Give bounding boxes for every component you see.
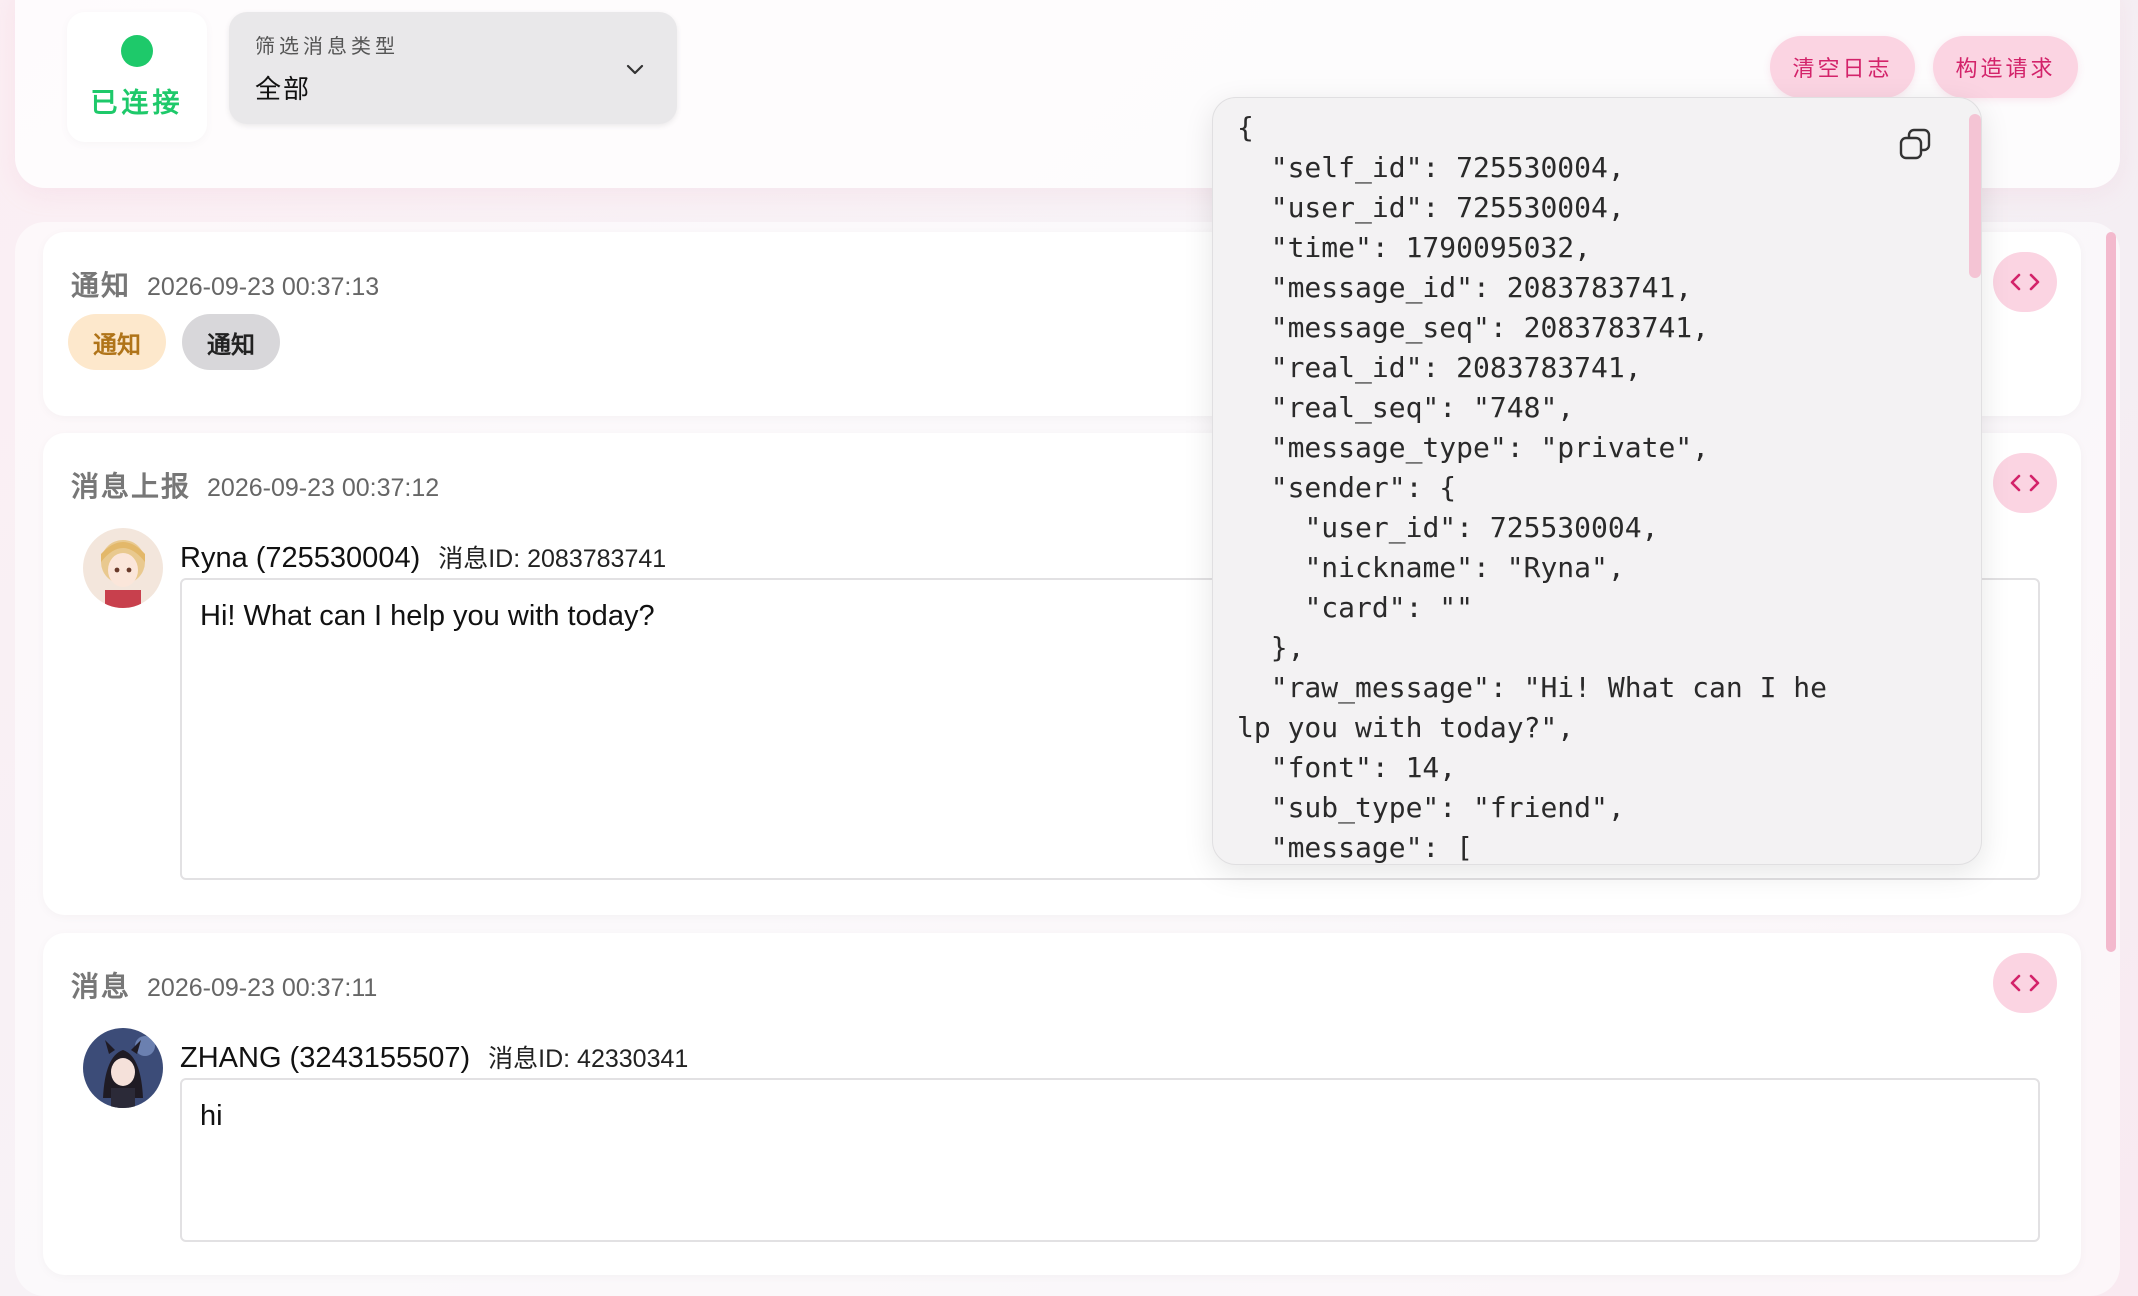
sender-name: ZHANG (3243155507) (180, 1042, 471, 1074)
panel-scrollbar[interactable] (2106, 232, 2116, 952)
copy-icon[interactable] (1897, 126, 1933, 162)
view-json-button[interactable] (1993, 953, 2057, 1013)
entry-tags: 通知 通知 (68, 314, 280, 370)
status-text: 已连接 (90, 87, 184, 118)
code-icon (2010, 974, 2040, 992)
code-icon (2010, 273, 2040, 291)
view-json-button[interactable] (1993, 453, 2057, 513)
entry-header: 消息上报 2026-09-23 00:37:12 (71, 465, 439, 505)
entry-header: 通知 2026-09-23 00:37:13 (71, 264, 379, 304)
view-json-button[interactable] (1993, 252, 2057, 312)
avatar (83, 528, 163, 608)
entry-time: 2026-09-23 00:37:12 (207, 474, 440, 502)
entry-type: 通知 (71, 270, 132, 301)
entry-time: 2026-09-23 00:37:13 (147, 273, 380, 301)
filter-value: 全部 (255, 74, 312, 104)
log-entry: 消息 2026-09-23 00:37:11 ZHANG (3243155507… (43, 933, 2081, 1275)
sender-line: ZHANG (3243155507) 消息ID: 42330341 (180, 1039, 688, 1075)
json-popover[interactable]: { "self_id": 725530004, "user_id": 72553… (1212, 97, 1982, 865)
entry-time: 2026-09-23 00:37:11 (147, 974, 378, 1002)
entry-header: 消息 2026-09-23 00:37:11 (71, 965, 377, 1005)
entry-type: 消息 (71, 971, 132, 1002)
json-scrollbar[interactable] (1969, 114, 1981, 278)
build-request-button[interactable]: 构造请求 (1933, 36, 2078, 98)
message-content: hi (180, 1078, 2040, 1242)
tag-badge: 通知 (182, 314, 280, 370)
sender-name: Ryna (725530004) (180, 542, 421, 574)
chevron-down-icon (626, 64, 644, 75)
message-id: 消息ID: 2083783741 (438, 545, 667, 573)
avatar (83, 1028, 163, 1108)
clear-log-button[interactable]: 清空日志 (1770, 36, 1915, 98)
message-type-filter[interactable]: 筛选消息类型 全部 (229, 12, 677, 124)
code-icon (2010, 474, 2040, 492)
entry-type: 消息上报 (71, 471, 192, 502)
connection-status: 已连接 (67, 12, 207, 142)
json-text[interactable]: { "self_id": 725530004, "user_id": 72553… (1237, 108, 1927, 864)
filter-label: 筛选消息类型 (255, 36, 399, 58)
tag-badge: 通知 (68, 314, 166, 370)
sender-line: Ryna (725530004) 消息ID: 2083783741 (180, 539, 666, 575)
status-dot-icon (121, 34, 153, 67)
message-id: 消息ID: 42330341 (488, 1045, 689, 1073)
